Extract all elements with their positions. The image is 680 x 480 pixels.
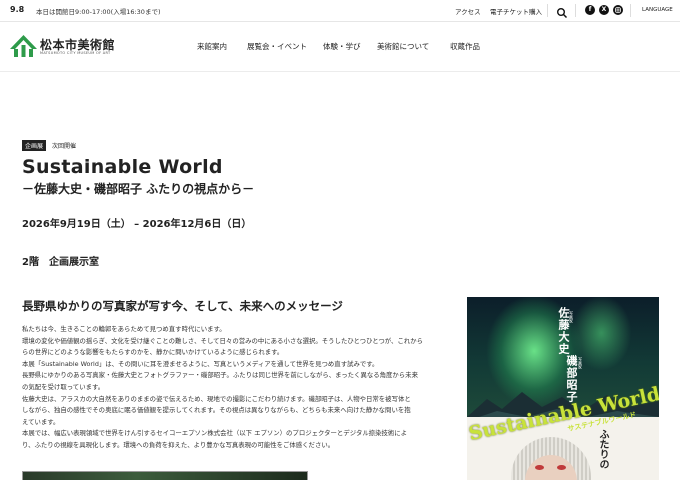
intro-heading: 長野県ゆかりの写真家が写す今、そして、未来へのメッセージ	[22, 299, 343, 313]
instagram-icon[interactable]	[613, 5, 623, 15]
intro-line: 佐藤大史は、アラスカの大自然をありのままの姿で伝えるため、現地での撮影にこだわり…	[22, 394, 411, 403]
access-link[interactable]: アクセス	[455, 6, 481, 16]
search-icon[interactable]	[556, 4, 568, 19]
intro-line: らの世界にどのような影響をもたらすのかを、静かに問いかけているように感じられます…	[22, 348, 284, 357]
facebook-icon[interactable]: f	[585, 5, 595, 15]
exhibition-subtitle: －佐藤大史・磯部昭子 ふたりの視点から－	[22, 182, 255, 196]
intro-line: しながら、独自の感性でその奥底に眠る価値観を提示してくれます。その視点は異なりな…	[22, 406, 411, 415]
nav-learning[interactable]: 体験・学び	[323, 41, 361, 52]
exhibition-title: Sustainable World	[22, 156, 223, 178]
museum-logo-mark	[10, 35, 37, 57]
x-icon[interactable]: X	[599, 5, 609, 15]
intro-line: 長野県にゆかりのある写真家・佐藤大史とフォトグラファー・磯部昭子。ふたりは同じ世…	[22, 371, 418, 380]
exhibition-photo-thumbnail[interactable]	[22, 471, 308, 480]
nav-exhibitions[interactable]: 展覧会・イベント	[247, 41, 307, 52]
exhibition-type-badge: 企画展	[22, 140, 47, 151]
divider	[547, 4, 548, 17]
poster-vertical-title: ふたりの	[597, 429, 608, 469]
intro-line: 本展「Sustainable World」は、その問いに耳を澄ませるように、写真…	[22, 359, 379, 368]
logo-subtitle: MATSUMOTO CITY MUSEUM OF ART	[40, 51, 111, 55]
language-selector[interactable]: LANGUAGE	[642, 7, 673, 13]
nav-about[interactable]: 美術館について	[377, 41, 429, 52]
exhibition-dates: 2026年9月19日（土） – 2026年12月6日（日）	[22, 219, 252, 230]
today-date: 9.8	[10, 5, 25, 14]
poster-artist-2: 磯部昭子	[565, 355, 578, 403]
intro-line: り、ふたりの視線を具現化します。環境への負荷を抑えた、より豊かな写真表現の可能性…	[22, 440, 335, 449]
intro-line: 環境の変化や価値観の揺らぎ、文化を受け継ぐことの難しさ、そして日々の営みの中にあ…	[22, 336, 424, 345]
intro-line: の気配を受け取っています。	[22, 382, 105, 391]
portrait-eye	[535, 465, 544, 470]
divider	[575, 4, 576, 17]
poster-artist-1: 佐藤大史	[557, 307, 570, 355]
portrait-eye	[557, 465, 566, 470]
intro-text: 私たちは今、生きることの輪郭をあらためて見つめ直す時代にいます。 環境の変化や価…	[22, 324, 430, 452]
nav-visit[interactable]: 来館案内	[197, 41, 227, 52]
nav-collection[interactable]: 収蔵作品	[450, 41, 480, 52]
opening-hours: 本日は開館日9:00-17:00(入場16:30まで)	[36, 8, 161, 16]
exhibition-venue: 2階 企画展示室	[22, 257, 99, 268]
intro-line: 本展では、幅広い表現領域で世界をけん引するセイコーエプソン株式会社（以下 エプソ…	[22, 429, 408, 438]
intro-line: 私たちは今、生きることの輪郭をあらためて見つめ直す時代にいます。	[22, 325, 226, 333]
exhibition-status: 次回開催	[52, 143, 77, 150]
site-header: 松本市美術館 MATSUMOTO CITY MUSEUM OF ART 来館案内…	[0, 22, 680, 72]
e-ticket-link[interactable]: 電子チケット購入	[490, 6, 542, 16]
exhibition-poster[interactable]: 写真家 佐藤大史 写真家 磯部昭子 Sustainable World サステナ…	[467, 297, 659, 480]
intro-line: えています。	[22, 417, 60, 426]
divider	[630, 4, 631, 17]
site-logo[interactable]: 松本市美術館 MATSUMOTO CITY MUSEUM OF ART	[10, 34, 115, 60]
top-utility-bar: 9.8 本日は開館日9:00-17:00(入場16:30まで) アクセス 電子チ…	[0, 0, 680, 22]
